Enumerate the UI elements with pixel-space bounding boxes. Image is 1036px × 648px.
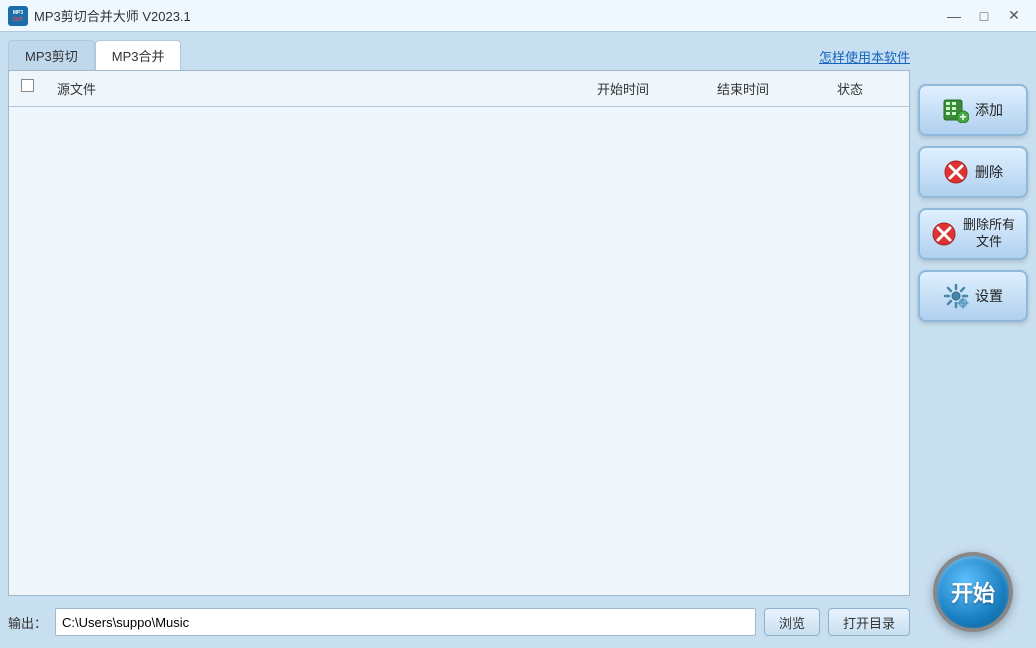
- tabs-row: MP3剪切 MP3合并 怎样使用本软件: [8, 40, 910, 70]
- add-button[interactable]: + 添加: [918, 84, 1028, 136]
- right-panel: + 添加 删除: [918, 40, 1028, 640]
- delete-icon: [943, 159, 969, 185]
- left-panel: MP3剪切 MP3合并 怎样使用本软件 源文件 开始时间 结束时间 状态 输出：…: [8, 40, 910, 640]
- start-button[interactable]: 开始: [933, 552, 1013, 632]
- output-label: 输出：: [8, 613, 47, 632]
- settings-icon: [943, 283, 969, 309]
- svg-text:+: +: [959, 110, 966, 123]
- col-end: 结束时间: [709, 75, 829, 102]
- file-table: 源文件 开始时间 结束时间 状态: [8, 70, 910, 596]
- output-path-input[interactable]: [55, 608, 756, 636]
- svg-text:CUT: CUT: [13, 17, 23, 23]
- settings-label: 设置: [975, 286, 1003, 306]
- header-checkbox[interactable]: [21, 79, 34, 92]
- minimize-button[interactable]: —: [940, 4, 968, 28]
- col-source: 源文件: [49, 75, 589, 102]
- table-header: 源文件 开始时间 结束时间 状态: [9, 71, 909, 107]
- titlebar-left: MP3 CUT MP3剪切合并大师 V2023.1: [8, 6, 191, 26]
- col-start: 开始时间: [589, 75, 709, 102]
- app-title: MP3剪切合并大师 V2023.1: [34, 6, 191, 25]
- settings-button[interactable]: 设置: [918, 270, 1028, 322]
- close-button[interactable]: ✕: [1000, 4, 1028, 28]
- table-body: [9, 107, 909, 595]
- tab-cut[interactable]: MP3剪切: [8, 40, 95, 70]
- titlebar-controls: — □ ✕: [940, 4, 1028, 28]
- delete-all-button[interactable]: 删除所有文件: [918, 208, 1028, 260]
- restore-button[interactable]: □: [970, 4, 998, 28]
- tab-merge[interactable]: MP3合并: [95, 40, 182, 70]
- start-btn-container: 开始: [918, 552, 1028, 640]
- col-checkbox: [9, 75, 49, 102]
- main-area: MP3剪切 MP3合并 怎样使用本软件 源文件 开始时间 结束时间 状态 输出：…: [0, 32, 1036, 648]
- add-icon: +: [943, 97, 969, 123]
- app-logo: MP3 CUT: [8, 6, 28, 26]
- bottom-bar: 输出： 浏览 打开目录: [8, 596, 910, 640]
- delete-button[interactable]: 删除: [918, 146, 1028, 198]
- col-status: 状态: [829, 75, 909, 102]
- open-folder-button[interactable]: 打开目录: [828, 608, 910, 636]
- delete-all-label: 删除所有文件: [963, 217, 1015, 251]
- delete-all-icon: [931, 221, 957, 247]
- delete-label: 删除: [975, 162, 1003, 182]
- browse-button[interactable]: 浏览: [764, 608, 820, 636]
- add-label: 添加: [975, 100, 1003, 120]
- tabs: MP3剪切 MP3合并: [8, 40, 181, 70]
- titlebar: MP3 CUT MP3剪切合并大师 V2023.1 — □ ✕: [0, 0, 1036, 32]
- help-link[interactable]: 怎样使用本软件: [819, 47, 910, 70]
- start-label: 开始: [951, 576, 995, 608]
- svg-text:MP3: MP3: [13, 10, 24, 16]
